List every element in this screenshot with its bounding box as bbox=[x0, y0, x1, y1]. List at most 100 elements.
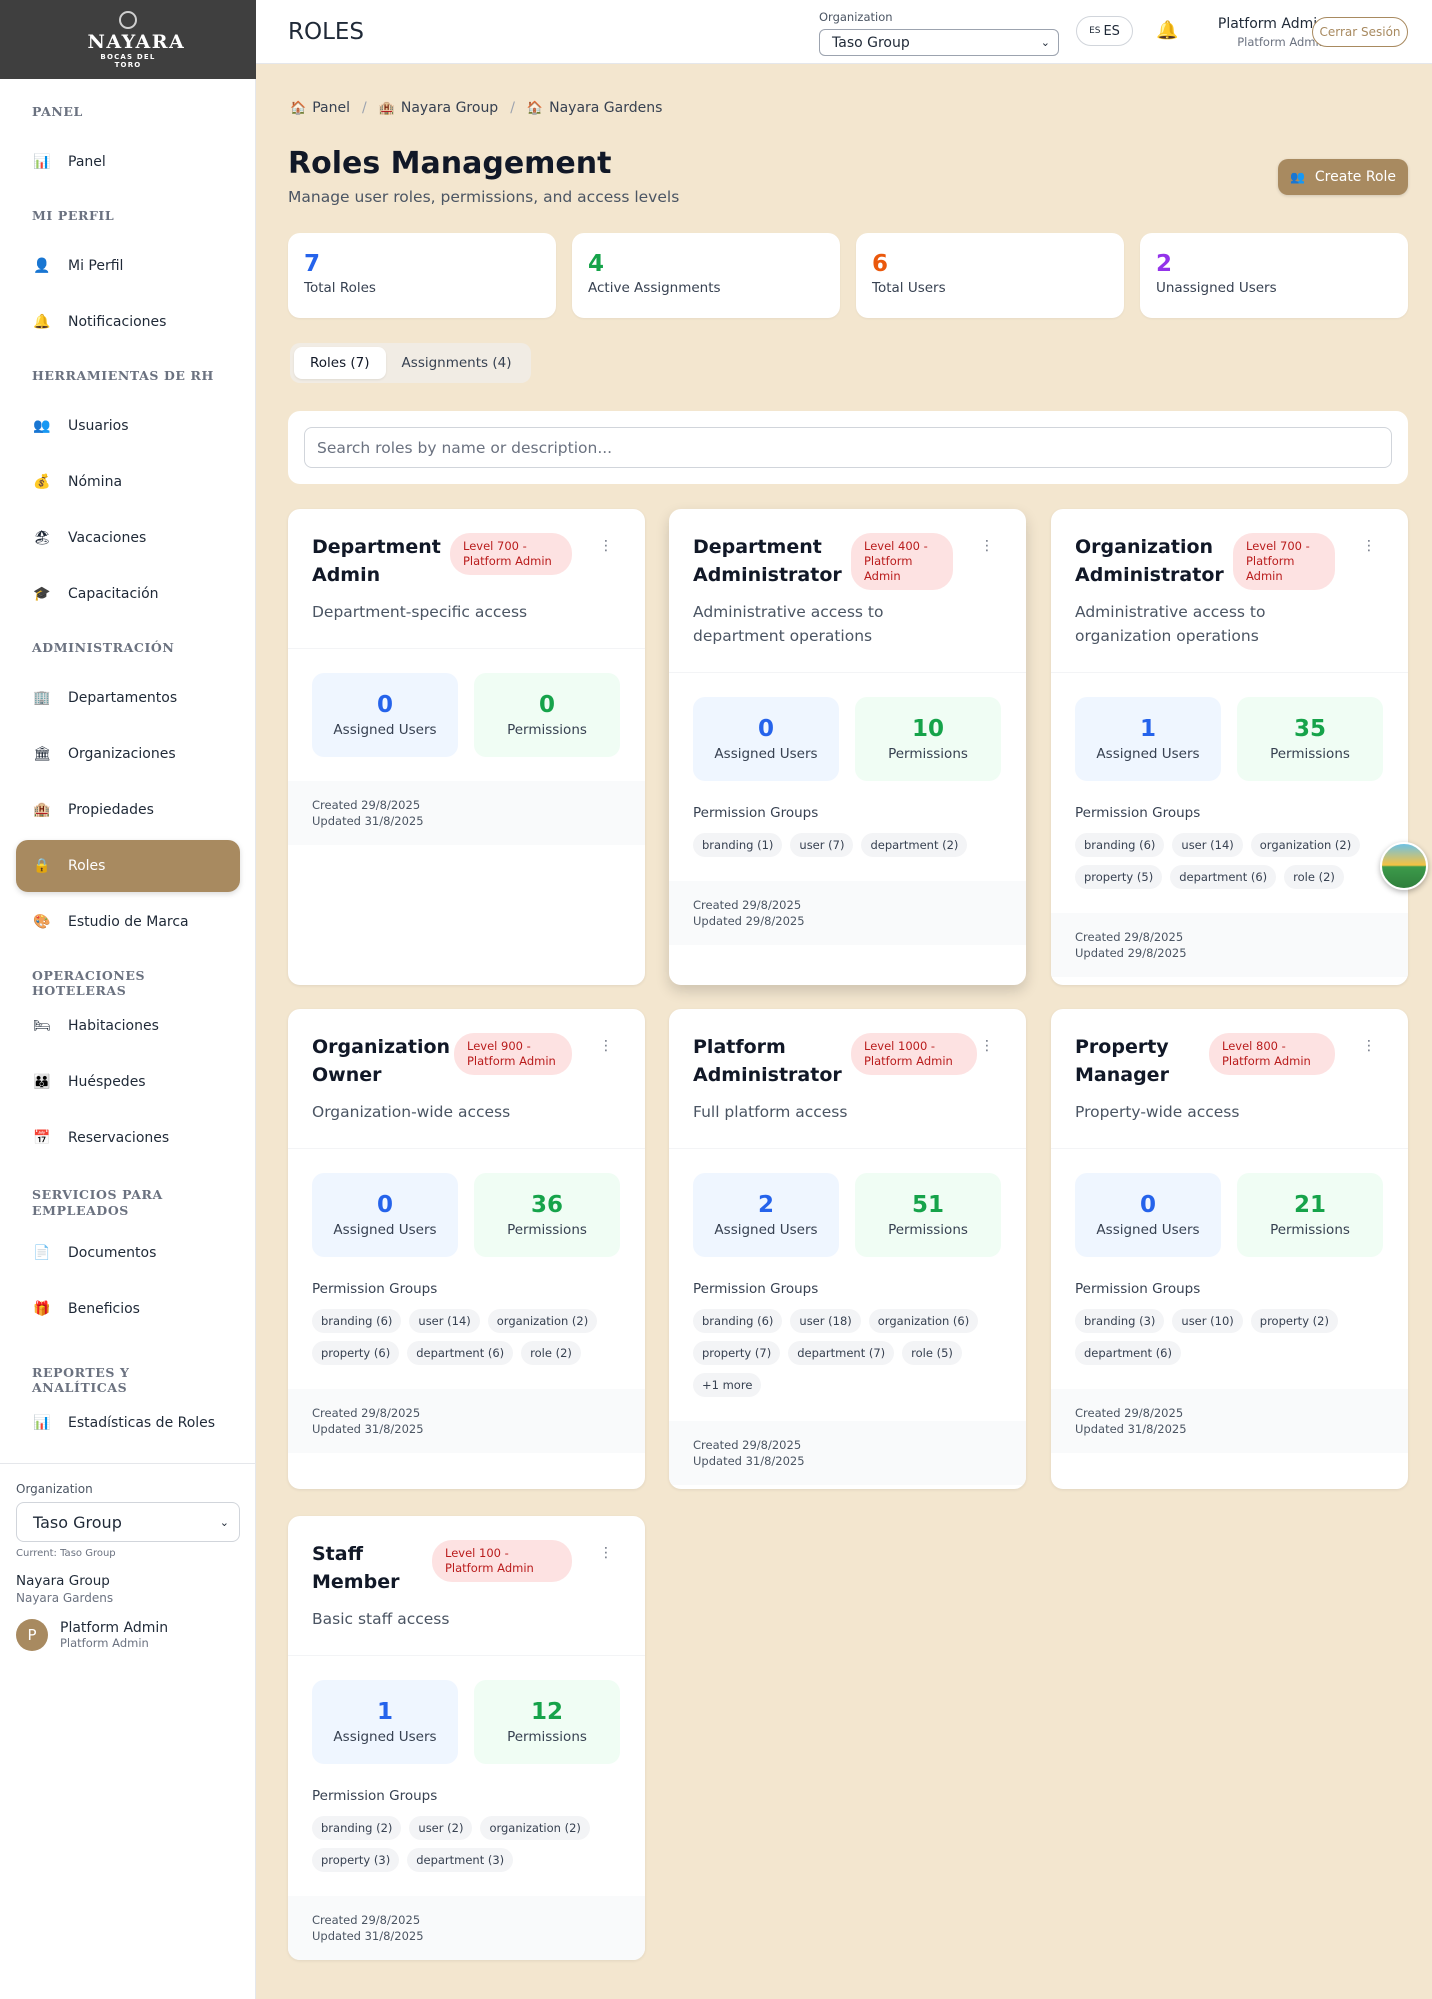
header-org-label: Organization bbox=[819, 10, 893, 24]
assigned-users-stat: 2 Assigned Users bbox=[693, 1173, 839, 1257]
sidebar-item-capacitacion[interactable]: 🎓 Capacitación bbox=[16, 568, 240, 620]
role-card-organization-administrator[interactable]: Organization Administrator Level 700 - Pl… bbox=[1051, 509, 1408, 985]
tab-roles-7[interactable]: Roles (7) bbox=[294, 347, 386, 379]
palette-icon: 🎨 bbox=[33, 914, 51, 930]
sidebar-item-propiedades[interactable]: 🏨 Propiedades bbox=[16, 784, 240, 836]
sidebar-item-reservaciones[interactable]: 📅 Reservaciones bbox=[16, 1112, 240, 1164]
tab-assignments-4[interactable]: Assignments (4) bbox=[386, 347, 528, 379]
assigned-users-label: Assigned Users bbox=[333, 1729, 437, 1745]
permission-group-chip: role (5) bbox=[902, 1341, 962, 1365]
graduation-cap-icon: 🎓 bbox=[33, 586, 51, 602]
role-card-platform-administrator[interactable]: Platform Administrator Level 1000 - Platf… bbox=[669, 1009, 1026, 1489]
bed-icon: 🛏 bbox=[33, 1018, 51, 1034]
role-level-badge: Level 800 - Platform Admin bbox=[1209, 1033, 1335, 1075]
language-switcher[interactable]: ES ES bbox=[1076, 16, 1133, 46]
hotel-icon: 🏨 bbox=[378, 101, 395, 116]
sidebar-item-departamentos[interactable]: 🏢 Departamentos bbox=[16, 672, 240, 724]
header-user-name: Platform Admin bbox=[1217, 16, 1326, 32]
role-card-header: Property Manager Level 800 - Platform Adm… bbox=[1051, 1009, 1408, 1124]
sidebar-item-beneficios[interactable]: 🎁 Beneficios bbox=[16, 1283, 240, 1335]
permissions-label: Permissions bbox=[1270, 1222, 1350, 1238]
assigned-users-count: 1 bbox=[1139, 716, 1156, 742]
breadcrumb-item-nayara-gardens[interactable]: 🏠 Nayara Gardens bbox=[527, 100, 663, 116]
hotel-icon: 🏨 bbox=[33, 802, 51, 818]
role-card-department-administrator[interactable]: Department Administrator Level 400 - Plat… bbox=[669, 509, 1026, 985]
sidebar-item-vacaciones[interactable]: 🏖 Vacaciones bbox=[16, 512, 240, 564]
lock-icon: 🔒 bbox=[33, 858, 51, 874]
sidebar-org-select[interactable]: Taso Group ⌄ bbox=[16, 1502, 240, 1542]
sidebar-user[interactable]: P Platform Admin Platform Admin bbox=[16, 1619, 240, 1651]
role-name: Property Manager bbox=[1075, 1036, 1169, 1086]
role-card-property-manager[interactable]: Property Manager Level 800 - Platform Adm… bbox=[1051, 1009, 1408, 1489]
beach-floating-icon[interactable] bbox=[1380, 842, 1428, 890]
permissions-stat: 10 Permissions bbox=[855, 697, 1001, 781]
role-stats: 1 Assigned Users 35 Permissions bbox=[1051, 673, 1408, 781]
sidebar-item-habitaciones[interactable]: 🛏 Habitaciones bbox=[16, 1000, 240, 1052]
assigned-users-count: 2 bbox=[757, 1192, 774, 1218]
more-options-icon[interactable]: ⋮ bbox=[980, 539, 994, 553]
sidebar-item-documentos[interactable]: 📄 Documentos bbox=[16, 1227, 240, 1279]
assigned-users-label: Assigned Users bbox=[1096, 746, 1200, 762]
role-card-footer: Created 29/8/2025 Updated 31/8/2025 bbox=[288, 781, 645, 845]
sidebar-item-label: Departamentos bbox=[68, 690, 178, 706]
role-card-footer: Created 29/8/2025 Updated 31/8/2025 bbox=[669, 1421, 1026, 1485]
sidebar-item-panel[interactable]: 📊 Panel bbox=[16, 136, 240, 188]
sidebar-item-notificaciones[interactable]: 🔔 Notificaciones bbox=[16, 296, 240, 348]
logout-button[interactable]: Cerrar Sesión bbox=[1312, 17, 1408, 47]
sidebar-item-label: Usuarios bbox=[68, 418, 129, 434]
sidebar-item-label: Estudio de Marca bbox=[68, 914, 189, 930]
more-options-icon[interactable]: ⋮ bbox=[599, 1039, 613, 1053]
role-card-staff-member[interactable]: Staff Member Level 100 - Platform Admin ⋮ B… bbox=[288, 1516, 645, 1960]
breadcrumb-item-panel[interactable]: 🏠 Panel bbox=[290, 100, 350, 116]
sidebar-item-roles[interactable]: 🔒 Roles bbox=[16, 840, 240, 892]
sidebar-item-nomina[interactable]: 💰 Nómina bbox=[16, 456, 240, 508]
more-options-icon[interactable]: ⋮ bbox=[599, 539, 613, 553]
role-name: Organization Owner bbox=[312, 1036, 451, 1086]
create-role-button[interactable]: 👥 Create Role bbox=[1278, 159, 1408, 195]
permission-group-chip: department (7) bbox=[788, 1341, 895, 1365]
permission-group-chip: +1 more bbox=[693, 1373, 762, 1397]
logo-subtitle: BOCAS DEL TORO bbox=[100, 52, 156, 69]
more-options-icon[interactable]: ⋮ bbox=[1362, 1039, 1376, 1053]
sidebar-item-label: Huéspedes bbox=[68, 1074, 146, 1090]
sidebar-property: Nayara Gardens bbox=[16, 1591, 114, 1605]
sidebar-group: Nayara Group bbox=[16, 1573, 110, 1589]
permissions-label: Permissions bbox=[507, 1729, 587, 1745]
sidebar-user-role: Platform Admin bbox=[60, 1636, 149, 1650]
sidebar-item-estadisticas-de-roles[interactable]: 📊 Estadísticas de Roles bbox=[16, 1397, 240, 1449]
permission-group-chip: department (6) bbox=[1170, 865, 1277, 889]
role-card-department-admin[interactable]: Department Admin Level 700 - Platform Adm… bbox=[288, 509, 645, 985]
stat-value: 2 bbox=[1156, 251, 1173, 277]
more-options-icon[interactable]: ⋮ bbox=[599, 1546, 613, 1560]
permissions-stat: 36 Permissions bbox=[474, 1173, 620, 1257]
permission-group-chip: user (10) bbox=[1172, 1309, 1243, 1333]
role-stats: 0 Assigned Users 36 Permissions bbox=[288, 1149, 645, 1257]
search-input[interactable] bbox=[304, 427, 1392, 468]
sidebar-item-mi-perfil[interactable]: 👤 Mi Perfil bbox=[16, 240, 240, 292]
more-options-icon[interactable]: ⋮ bbox=[1362, 539, 1376, 553]
building-icon: 🏢 bbox=[33, 690, 51, 706]
header-org-select[interactable]: Taso Group ⌄ bbox=[819, 29, 1059, 56]
sidebar-section-operaciones-hoteleras: Operaciones Hoteleras bbox=[32, 968, 146, 998]
breadcrumb-item-nayara-group[interactable]: 🏨 Nayara Group bbox=[379, 100, 499, 116]
logo[interactable]: NAYARA BOCAS DEL TORO bbox=[0, 0, 256, 79]
role-card-organization-owner[interactable]: Organization Owner Level 900 - Platform A… bbox=[288, 1009, 645, 1489]
sidebar-item-label: Organizaciones bbox=[68, 746, 176, 762]
sidebar-item-usuarios[interactable]: 👥 Usuarios bbox=[16, 400, 240, 452]
permission-group-chip: organization (6) bbox=[868, 1309, 979, 1333]
permissions-stat: 12 Permissions bbox=[474, 1680, 620, 1764]
permission-groups-label: Permission Groups bbox=[312, 1281, 438, 1297]
breadcrumb-separator: / bbox=[361, 100, 367, 116]
breadcrumb: 🏠 Panel / 🏨 Nayara Group / 🏠 Nayara Gardens bbox=[290, 100, 662, 116]
bell-icon[interactable]: 🔔 bbox=[1156, 20, 1178, 41]
created-date: Created 29/8/2025 bbox=[1075, 1406, 1184, 1420]
sidebar-item-organizaciones[interactable]: 🏛 Organizaciones bbox=[16, 728, 240, 780]
user-icon: 👤 bbox=[33, 258, 51, 274]
role-stats: 1 Assigned Users 12 Permissions bbox=[288, 1656, 645, 1764]
more-options-icon[interactable]: ⋮ bbox=[980, 1039, 994, 1053]
sidebar-item-estudio-de-marca[interactable]: 🎨 Estudio de Marca bbox=[16, 896, 240, 948]
sidebar-section-herramientas-de-rh: Herramientas de RH bbox=[32, 368, 214, 383]
sidebar-item-huespedes[interactable]: 👪 Huéspedes bbox=[16, 1056, 240, 1108]
role-name: Department Admin bbox=[312, 536, 441, 586]
gift-icon: 🎁 bbox=[33, 1301, 51, 1317]
